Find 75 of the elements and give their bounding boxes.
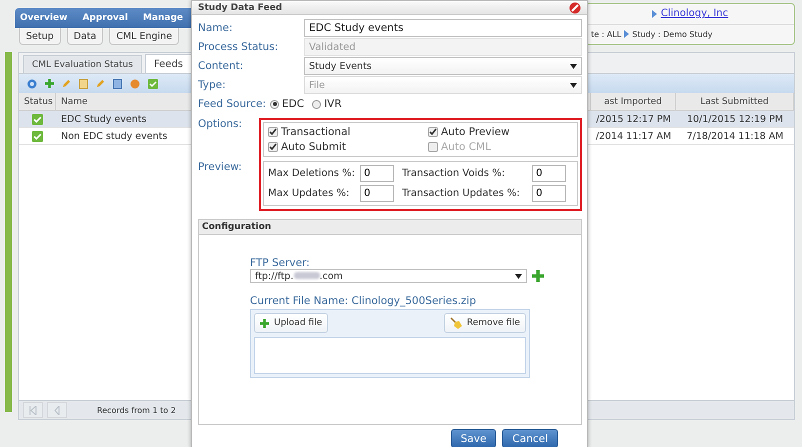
file-list-box[interactable] — [254, 337, 526, 374]
add-server-icon[interactable] — [532, 270, 544, 282]
checkbox[interactable] — [268, 142, 278, 152]
triangle-icon — [652, 10, 657, 18]
breadcrumb-text: te : ALL — [591, 30, 622, 39]
company-link[interactable]: Clinology, Inc — [660, 8, 728, 20]
sub-tab[interactable]: CML Engine — [109, 28, 180, 45]
field-label: Content: — [198, 60, 244, 72]
status-value: Validated — [304, 38, 582, 56]
field-label: FTP Server: — [250, 257, 311, 269]
column-header[interactable]: ast Imported — [591, 93, 676, 111]
breadcrumb-text: Study : Demo Study — [632, 30, 713, 39]
table-cell: 10/1/2015 12:19 PM — [676, 111, 794, 128]
nav-item[interactable]: Approval — [82, 13, 128, 23]
dialog-button[interactable]: Save — [450, 429, 496, 447]
field-label: Name: — [198, 22, 234, 34]
dialog-button[interactable]: Cancel — [502, 429, 558, 447]
caret-icon — [570, 82, 577, 88]
field-label: Max Updates %: — [268, 188, 350, 199]
table-cell: 7/18/2014 11:18 AM — [676, 128, 794, 145]
tab[interactable]: CML Evaluation Status — [23, 55, 142, 73]
triangle-icon — [624, 30, 630, 38]
remove-button[interactable]: Remove file — [444, 313, 526, 333]
field-label: Preview: — [198, 161, 243, 173]
pencil-icon[interactable] — [62, 79, 71, 88]
refresh-icon[interactable] — [27, 78, 37, 88]
nav-item[interactable]: Overview — [20, 13, 68, 23]
field-label: Type: — [198, 79, 227, 91]
dropdown[interactable]: Study Events — [304, 57, 582, 75]
caret-icon — [570, 64, 577, 68]
pager-text: Records from 1 to 2 — [97, 406, 176, 414]
percent-field[interactable]: 0 — [532, 185, 566, 202]
pencil-icon[interactable] — [96, 79, 105, 88]
first-page-button[interactable] — [23, 402, 43, 418]
ftp-dropdown[interactable]: ftp://ftp. .com — [250, 269, 527, 283]
percent-field[interactable]: 0 — [360, 185, 394, 202]
checkbox-option[interactable]: Auto Preview — [428, 126, 510, 138]
percent-field[interactable]: 0 — [360, 165, 394, 182]
document-icon[interactable] — [79, 78, 88, 88]
previous-page-button[interactable] — [47, 402, 67, 418]
field-label: Max Deletions %: — [268, 168, 356, 179]
checkbox[interactable] — [268, 127, 278, 137]
plus-icon — [45, 79, 54, 88]
circle-icon[interactable] — [130, 78, 140, 88]
first-page-icon — [29, 406, 37, 414]
field-label: Process Status: — [198, 41, 280, 53]
broom-icon — [450, 317, 462, 329]
field-label: Transaction Updates %: — [402, 188, 521, 199]
close-icon[interactable] — [569, 2, 581, 14]
sub-tab[interactable]: Data — [66, 28, 104, 45]
sub-tab[interactable]: Setup — [19, 28, 61, 45]
column-header[interactable]: Status — [19, 93, 56, 111]
field-label: Options: — [198, 118, 244, 130]
dialog-title: Study Data Feed — [198, 2, 282, 12]
checkbox-option[interactable]: Transactional — [268, 126, 350, 138]
panel-title: Configuration — [199, 220, 581, 235]
percent-field[interactable]: 0 — [532, 165, 566, 182]
checkbox[interactable] — [428, 127, 438, 137]
field-label: Transaction Voids %: — [402, 168, 506, 179]
plus-icon — [260, 318, 269, 328]
previous-page-icon — [54, 406, 60, 414]
table-cell: /2014 11:17 AM — [591, 128, 676, 145]
name-field[interactable]: EDC Study events — [304, 19, 582, 37]
upload-button[interactable]: Upload file — [254, 313, 328, 333]
check-icon[interactable] — [148, 78, 158, 88]
tab[interactable]: Feeds — [144, 54, 192, 73]
file-name-text: Current File Name: Clinology_500Series.zip — [250, 295, 478, 307]
plus-icon — [532, 270, 544, 282]
caret-icon — [515, 274, 522, 278]
nav-item[interactable]: Manage — [142, 13, 183, 23]
table-cell: /2015 12:17 PM — [591, 111, 676, 128]
radio-option[interactable]: EDC — [270, 98, 304, 110]
column-header[interactable]: Last Submitted — [676, 93, 794, 111]
field-label: Feed Source: — [198, 98, 266, 110]
radio-option[interactable]: IVR — [312, 98, 342, 110]
